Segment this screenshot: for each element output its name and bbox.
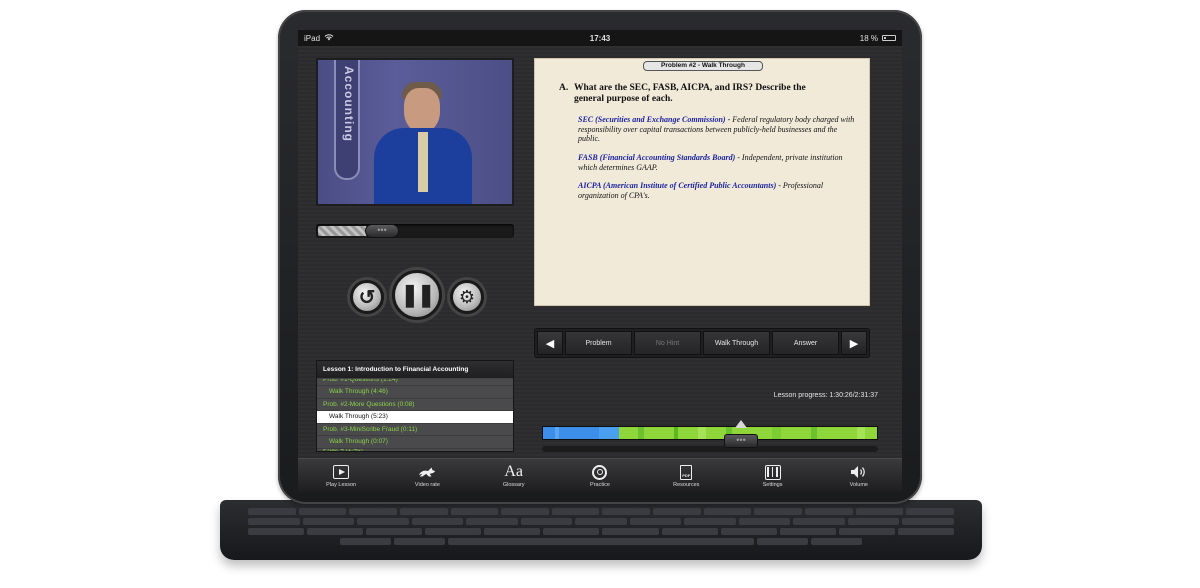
speaker-icon	[849, 463, 869, 481]
definition-sec: SEC (Securities and Exchange Commission)…	[578, 115, 858, 144]
replay-button[interactable]: ↺	[350, 280, 384, 314]
timeline-knob[interactable]: •••	[724, 434, 758, 448]
tab-practice[interactable]: Practice	[557, 459, 643, 492]
tab-video-rate[interactable]: Video rate	[384, 459, 470, 492]
lesson-item[interactable]: Prob. #3-MiniScribe Fraud (0:11)	[317, 423, 513, 436]
presenter-tie	[418, 132, 428, 192]
keyboard	[220, 500, 982, 560]
key-row	[340, 538, 862, 545]
tab-play-lesson[interactable]: Play Lesson	[298, 459, 384, 492]
tab-label: Glossary	[502, 482, 525, 488]
question-line-2: general purpose of each.	[574, 94, 673, 104]
play-icon	[331, 463, 351, 481]
tab-bar: Play Lesson Video rate Aa Glossary Pract…	[298, 458, 902, 492]
problem-button[interactable]: Problem	[565, 331, 632, 355]
gear-icon: ⚙	[458, 286, 476, 307]
next-button[interactable]: ▶	[841, 331, 867, 355]
settings-button[interactable]: ⚙	[450, 280, 484, 314]
key-row	[248, 518, 954, 525]
slide-tag: Problem #2 - Walk Through	[643, 61, 763, 71]
timeline-segment	[781, 427, 812, 439]
sliders-icon	[763, 463, 783, 481]
lesson-item[interactable]: Prob. 4 (1:46)	[317, 448, 513, 451]
answer-button[interactable]: Answer	[772, 331, 839, 355]
definition-fasb: FASB (Financial Accounting Standards Boa…	[578, 153, 858, 172]
lesson-list[interactable]: Lesson 1: Introduction to Financial Acco…	[316, 360, 514, 452]
video-player[interactable]: Accounting	[316, 58, 514, 206]
timeline-segment	[705, 427, 726, 439]
problem-nav: ◀ Problem No Hint Walk Through Answer ▶	[534, 328, 870, 358]
rabbit-icon	[417, 463, 437, 481]
definition-term: AICPA (American Institute of Certified P…	[578, 181, 777, 190]
definition-aicpa: AICPA (American Institute of Certified P…	[578, 181, 858, 200]
arrow-right-icon: ▶	[849, 337, 859, 350]
timeline-segment	[543, 427, 555, 439]
tab-label: Video rate	[414, 482, 440, 488]
tab-volume[interactable]: Volume	[816, 459, 902, 492]
wifi-icon	[324, 33, 334, 43]
timeline-segment	[558, 427, 599, 439]
timeline-segment	[598, 427, 619, 439]
video-scrubber[interactable]: •••	[316, 224, 514, 238]
tab-glossary[interactable]: Aa Glossary	[471, 459, 557, 492]
lesson-item[interactable]: Prob. #2-More Questions (0:08)	[317, 398, 513, 411]
status-bar: iPad 17:43 18 %	[298, 30, 902, 46]
timeline-segment	[817, 427, 857, 439]
hint-button[interactable]: No Hint	[634, 331, 701, 355]
timeline-segment	[618, 427, 639, 439]
tab-resources[interactable]: PDF Resources	[643, 459, 729, 492]
timeline-rail	[542, 446, 878, 452]
definition-term: SEC (Securities and Exchange Commission)	[578, 115, 726, 124]
timeline-segment	[864, 427, 877, 439]
tab-label: Play Lesson	[326, 482, 357, 488]
scrubber-fill	[318, 226, 367, 236]
lesson-title: Lesson 1: Introduction to Financial Acco…	[317, 361, 513, 379]
battery-percent: 18 %	[859, 33, 878, 43]
slide-question: A. What are the SEC, FASB, AICPA, and IRS…	[559, 83, 859, 105]
device-name: iPad	[304, 33, 321, 43]
battery-icon	[882, 35, 896, 41]
lesson-item[interactable]: Walk Through (0:07)	[317, 436, 513, 449]
scrubber-knob[interactable]: •••	[365, 224, 399, 238]
screen: iPad 17:43 18 % Accounting ••• ↺ ❚❚ ⚙ Le…	[298, 30, 902, 492]
timeline-segment	[678, 427, 698, 439]
lesson-progress: Lesson progress: 1:30:26/2:31:37	[773, 392, 878, 399]
target-icon	[590, 463, 610, 481]
accounting-sign: Accounting	[334, 60, 360, 180]
font-icon: Aa	[504, 463, 524, 480]
question-line-1: What are the SEC, FASB, AICPA, and IRS? …	[574, 83, 806, 93]
lesson-item[interactable]: Walk Through (5:23)	[317, 411, 513, 424]
stage: iPad 17:43 18 % Accounting ••• ↺ ❚❚ ⚙ Le…	[0, 0, 1200, 588]
tab-label: Settings	[762, 482, 783, 488]
slide: Problem #2 - Walk Through A. What are the…	[534, 58, 870, 306]
tab-settings[interactable]: Settings	[729, 459, 815, 492]
pdf-icon: PDF	[676, 463, 696, 481]
key-row	[248, 508, 954, 515]
timeline-segment	[698, 427, 706, 439]
lesson-timeline[interactable]	[542, 426, 878, 440]
key-row	[248, 528, 954, 535]
status-time: 17:43	[589, 33, 611, 43]
presenter-head	[404, 88, 440, 132]
definition-term: FASB (Financial Accounting Standards Boa…	[578, 153, 736, 162]
lesson-item[interactable]: Prob. #1-Questions (1:24)	[317, 379, 513, 386]
arrow-left-icon: ◀	[545, 337, 555, 350]
app-content: Accounting ••• ↺ ❚❚ ⚙ Lesson 1: Introduc…	[298, 46, 902, 492]
timeline-segment	[644, 427, 675, 439]
question-number: A.	[559, 83, 569, 93]
replay-icon: ↺	[358, 286, 376, 309]
timeline-segment	[771, 427, 782, 439]
lesson-item[interactable]: Walk Through (4:46)	[317, 386, 513, 399]
accounting-sign-text: Accounting	[342, 66, 356, 142]
walk-through-button[interactable]: Walk Through	[703, 331, 770, 355]
pause-button[interactable]: ❚❚	[392, 270, 442, 320]
tablet-frame: iPad 17:43 18 % Accounting ••• ↺ ❚❚ ⚙ Le…	[278, 10, 922, 504]
tab-label: Volume	[849, 482, 868, 488]
timeline-marker	[735, 420, 747, 428]
tab-label: Resources	[673, 482, 700, 488]
tab-label: Practice	[590, 482, 610, 488]
pause-icon: ❚❚	[400, 282, 436, 307]
previous-button[interactable]: ◀	[537, 331, 563, 355]
timeline-segment	[856, 427, 865, 439]
